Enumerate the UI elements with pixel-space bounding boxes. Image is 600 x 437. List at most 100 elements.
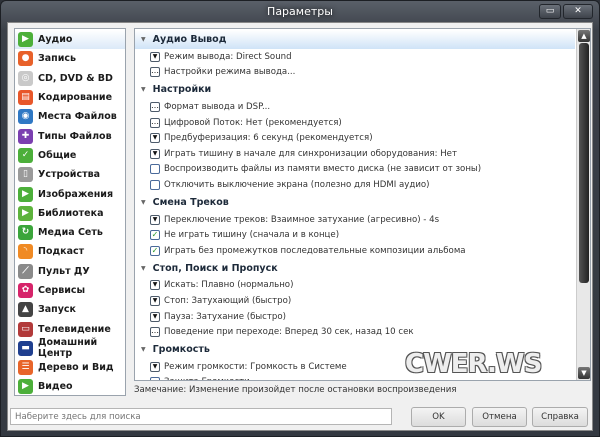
sidebar-item[interactable]: ▶ Изображения <box>15 184 125 203</box>
setting-label: Настройки режима вывода... <box>164 67 296 78</box>
sidebar-item-label: Пульт ДУ <box>38 265 90 277</box>
launch-icon: ▲ <box>18 302 33 318</box>
close-icon[interactable]: ✕ <box>563 4 593 19</box>
setting-label: Переключение треков: Взаимное затухание … <box>164 214 440 225</box>
setting-label: Играть без промежутков последовательные … <box>164 245 466 256</box>
setting-row[interactable]: ✓ Играть без промежутков последовательные… <box>135 243 575 259</box>
collapse-triangle-icon[interactable]: ▼ <box>141 36 146 43</box>
sidebar-item[interactable]: ▤ Кодирование <box>15 88 125 107</box>
setting-row[interactable]: ▼ Искать: Плавно (нормально) <box>135 278 575 294</box>
setting-label: Отключить выключение экрана (полезно для… <box>164 179 430 190</box>
collapse-triangle-icon[interactable]: ▼ <box>141 86 146 93</box>
checkbox[interactable] <box>150 377 160 380</box>
checkbox[interactable] <box>150 164 160 175</box>
section-title: Громкость <box>152 343 210 355</box>
setting-label: Цифровой Поток: Нет (рекомендуется) <box>164 117 342 128</box>
setting-label: Защита Громкости <box>164 377 250 380</box>
settings-panel: ▼ Аудио Вывод ▼ Режим вывода: Direct Sound …… <box>134 28 591 381</box>
sidebar-item[interactable]: ▬ Домашний Центр <box>15 337 125 359</box>
setting-label: Искать: Плавно (нормально) <box>164 280 294 291</box>
sidebar-item-label: Телевидение <box>38 323 111 335</box>
sidebar-item[interactable]: ◎ CD, DVD & BD <box>15 69 125 88</box>
setting-label: Предбуферизация: 6 секунд (рекомендуется… <box>164 133 373 144</box>
search-input[interactable] <box>10 408 392 425</box>
checkbox[interactable]: ✓ <box>150 230 160 241</box>
sidebar-item[interactable]: ▲ Запуск <box>15 300 125 319</box>
setting-row[interactable]: … Формат вывода и DSP... <box>135 99 575 115</box>
collapse-triangle-icon[interactable]: ▼ <box>141 199 146 206</box>
cancel-button[interactable]: Отмена <box>472 407 527 427</box>
sidebar-item[interactable]: ● Запись <box>15 49 125 68</box>
checkbox[interactable]: ✓ <box>150 245 160 256</box>
dropdown-icon[interactable]: ▼ <box>150 295 160 306</box>
sidebar-item[interactable]: ▭ Телевидение <box>15 319 125 338</box>
maximize-icon[interactable]: ▭ <box>539 4 561 19</box>
sidebar-item-label: Кодирование <box>38 92 113 104</box>
dropdown-icon[interactable]: ▼ <box>150 280 160 291</box>
sidebar-item[interactable]: ✓ Общие <box>15 146 125 165</box>
section-title: Стоп, Поиск и Пропуск <box>152 262 278 274</box>
sidebar-item-label: Запись <box>38 53 77 65</box>
setting-label: Режим вывода: Direct Sound <box>164 51 292 62</box>
scroll-down-icon[interactable]: ▼ <box>578 367 590 379</box>
scroll-thumb[interactable] <box>579 43 589 283</box>
ellipsis-button-icon[interactable]: … <box>150 67 160 78</box>
setting-row[interactable]: … Цифровой Поток: Нет (рекомендуется) <box>135 115 575 131</box>
section-header[interactable]: ▼ Аудио Вывод <box>135 30 575 49</box>
category-list: ▶ Аудио ● Запись ◎ CD, DVD & BD ▤ Кодирование ◉ М… <box>14 28 126 396</box>
setting-row[interactable]: ▼ Предбуферизация: 6 секунд (рекомендуетс… <box>135 130 575 146</box>
sidebar-item[interactable]: ◉ Места Файлов <box>15 107 125 126</box>
setting-row[interactable]: ▼ Режим вывода: Direct Sound <box>135 49 575 65</box>
sidebar-item[interactable]: ▶ Библиотека <box>15 204 125 223</box>
ellipsis-button-icon[interactable]: … <box>150 101 160 112</box>
scrollbar[interactable]: ▲ ▼ <box>576 29 590 380</box>
audio-icon: ▶ <box>18 32 33 48</box>
dropdown-icon[interactable]: ▼ <box>150 311 160 322</box>
setting-row[interactable]: ▼ Играть тишину в начале для синхронизаци… <box>135 146 575 162</box>
setting-row[interactable]: ✓ Не играть тишину (сначала и в конце) <box>135 227 575 243</box>
tree-icon: ☰ <box>18 360 33 376</box>
sidebar-item[interactable]: ☰ Дерево и Вид <box>15 358 125 377</box>
section-header[interactable]: ▼ Смена Треков <box>135 193 575 212</box>
images-icon: ▶ <box>18 186 33 202</box>
scroll-up-icon[interactable]: ▲ <box>578 30 590 42</box>
sidebar-item[interactable]: ⟋ Пульт ДУ <box>15 262 125 281</box>
section-header[interactable]: ▼ Стоп, Поиск и Пропуск <box>135 259 575 278</box>
dropdown-icon[interactable]: ▼ <box>150 361 160 372</box>
setting-row[interactable]: … Настройки режима вывода... <box>135 65 575 81</box>
checkbox[interactable] <box>150 179 160 190</box>
section-title: Смена Треков <box>152 196 229 208</box>
help-button[interactable]: Справка <box>532 407 588 427</box>
sidebar-item-label: Устройства <box>38 169 101 181</box>
collapse-triangle-icon[interactable]: ▼ <box>141 346 146 353</box>
dropdown-icon[interactable]: ▼ <box>150 51 160 62</box>
section-header[interactable]: ▼ Настройки <box>135 80 575 99</box>
ellipsis-button-icon[interactable]: … <box>150 117 160 128</box>
setting-row[interactable]: ▼ Пауза: Затухание (быстро) <box>135 309 575 325</box>
ellipsis-button-icon[interactable]: … <box>150 327 160 338</box>
sidebar-item[interactable]: ✚ Типы Файлов <box>15 126 125 145</box>
setting-row[interactable]: … Поведение при переходе: Вперед 30 сек, … <box>135 324 575 340</box>
setting-row[interactable]: Воспроизводить файлы из памяти вместо ди… <box>135 162 575 178</box>
sidebar-item-label: Запуск <box>38 304 76 316</box>
setting-label: Поведение при переходе: Вперед 30 сек, н… <box>164 327 414 338</box>
video-icon: ▶ <box>18 379 33 395</box>
sidebar-item[interactable]: ▶ Аудио <box>15 30 125 50</box>
theater-icon: ▬ <box>18 340 33 356</box>
sidebar-item-label: Места Файлов <box>38 111 117 123</box>
setting-row[interactable]: ▼ Переключение треков: Взаимное затухание… <box>135 212 575 228</box>
setting-row[interactable]: ▼ Стоп: Затухающий (быстро) <box>135 293 575 309</box>
sidebar-item[interactable]: ◝ Подкаст <box>15 242 125 261</box>
sidebar-item[interactable]: ▯ Устройства <box>15 165 125 184</box>
dropdown-icon[interactable]: ▼ <box>150 214 160 225</box>
setting-row[interactable]: Отключить выключение экрана (полезно для… <box>135 177 575 193</box>
sidebar-item[interactable]: ▶ Видео <box>15 377 125 396</box>
device-icon: ▯ <box>18 167 33 183</box>
dropdown-icon[interactable]: ▼ <box>150 148 160 159</box>
sidebar-item[interactable]: ↻ Медиа Сеть <box>15 223 125 242</box>
collapse-triangle-icon[interactable]: ▼ <box>141 265 146 272</box>
ok-button[interactable]: OK <box>411 407 466 427</box>
disc-icon: ◎ <box>18 70 33 86</box>
sidebar-item[interactable]: ✿ Сервисы <box>15 281 125 300</box>
dropdown-icon[interactable]: ▼ <box>150 133 160 144</box>
